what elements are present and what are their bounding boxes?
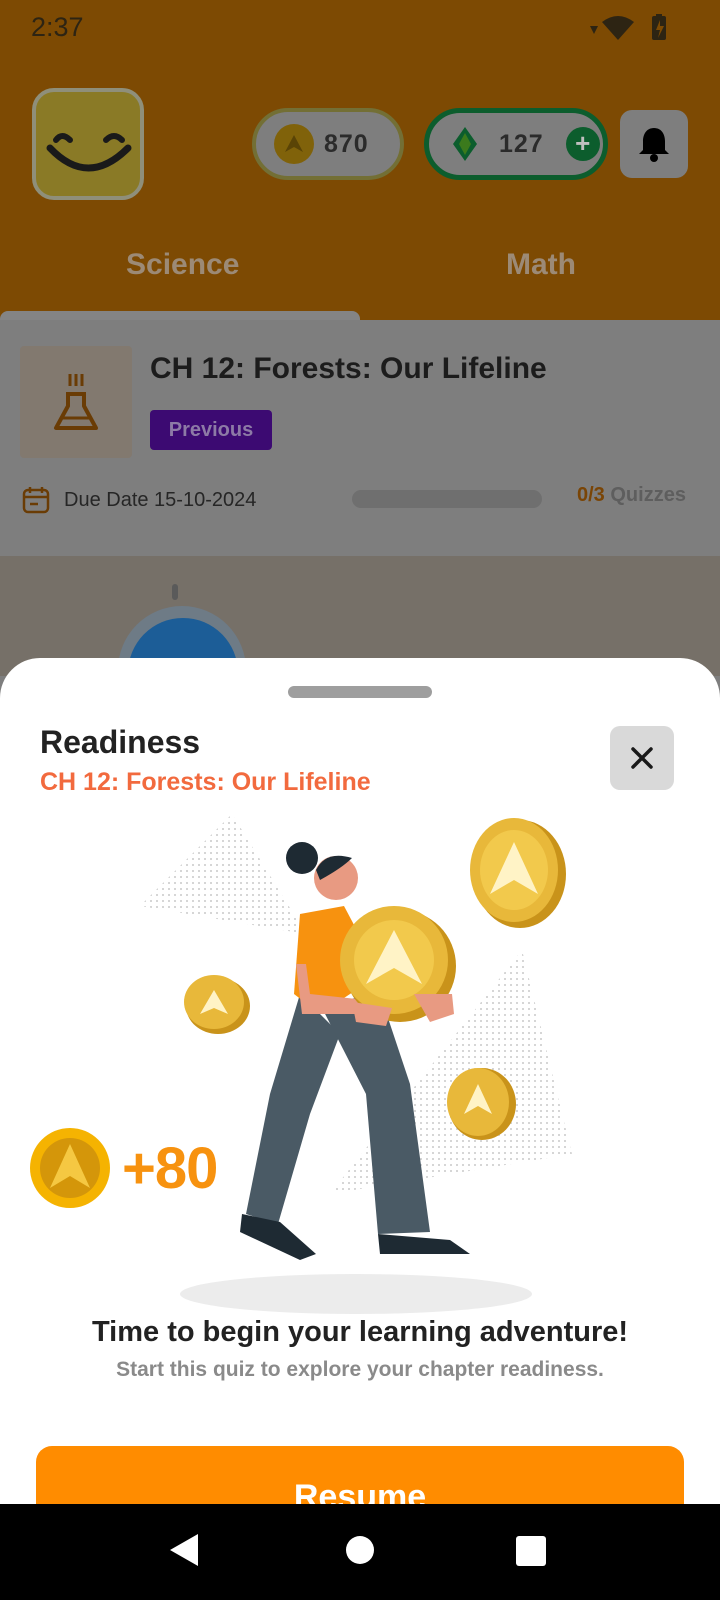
close-button[interactable] (610, 726, 674, 790)
quiz-count-value: 0/3 (577, 484, 605, 506)
status-icons (590, 14, 666, 40)
flask-icon (54, 374, 98, 430)
sheet-heading: Time to begin your learning adventure! (91, 1316, 629, 1348)
quiz-count: 0/3 Quizzes (577, 484, 686, 507)
gems-balance[interactable]: 127 + (424, 108, 608, 180)
tab-science[interactable]: Science (126, 248, 239, 282)
sheet-description: Start this quiz to explore your chapter … (116, 1358, 604, 1381)
chapter-icon-box (20, 346, 132, 458)
status-bar: 2:37 (0, 0, 720, 56)
quiz-count-label: Quizzes (610, 484, 686, 506)
sheet-drag-handle[interactable] (288, 686, 432, 698)
sheet-subtitle: CH 12: Forests: Our Lifeline (40, 768, 371, 796)
back-icon[interactable] (168, 1532, 200, 1568)
quiz-progress-bar (352, 490, 542, 508)
gems-value: 127 (499, 129, 544, 158)
add-gems-button[interactable]: + (565, 127, 600, 161)
chapter-title: CH 12: Forests: Our Lifeline (150, 352, 547, 385)
avatar[interactable] (32, 88, 144, 200)
gem-icon (453, 127, 477, 161)
coin-icon (184, 975, 250, 1034)
reward-points: +80 (122, 1135, 218, 1201)
coins-value: 870 (324, 129, 369, 158)
path-connector (172, 584, 178, 600)
due-date: Due Date 15-10-2024 (64, 488, 257, 511)
wifi-icon (602, 16, 634, 40)
sheet-title: Readiness (40, 724, 201, 760)
previous-badge: Previous (150, 410, 272, 450)
signal-icon (590, 26, 598, 34)
reward-row: +80 (30, 1128, 218, 1208)
home-icon[interactable] (346, 1536, 374, 1564)
tab-math[interactable]: Math (506, 248, 576, 282)
coins-illustration (140, 814, 572, 1314)
notifications-button[interactable] (620, 110, 688, 178)
status-time: 2:37 (31, 12, 84, 42)
recents-icon[interactable] (516, 1536, 546, 1566)
smiley-icon (46, 133, 132, 172)
coin-icon (470, 818, 566, 928)
coins-balance[interactable]: 870 (252, 108, 404, 180)
bell-icon (639, 128, 669, 162)
calendar-icon (22, 487, 50, 514)
due-date-row: Due Date 15-10-2024 (22, 486, 256, 514)
close-icon (631, 747, 653, 769)
coin-icon (274, 124, 314, 164)
coin-icon (30, 1128, 110, 1208)
